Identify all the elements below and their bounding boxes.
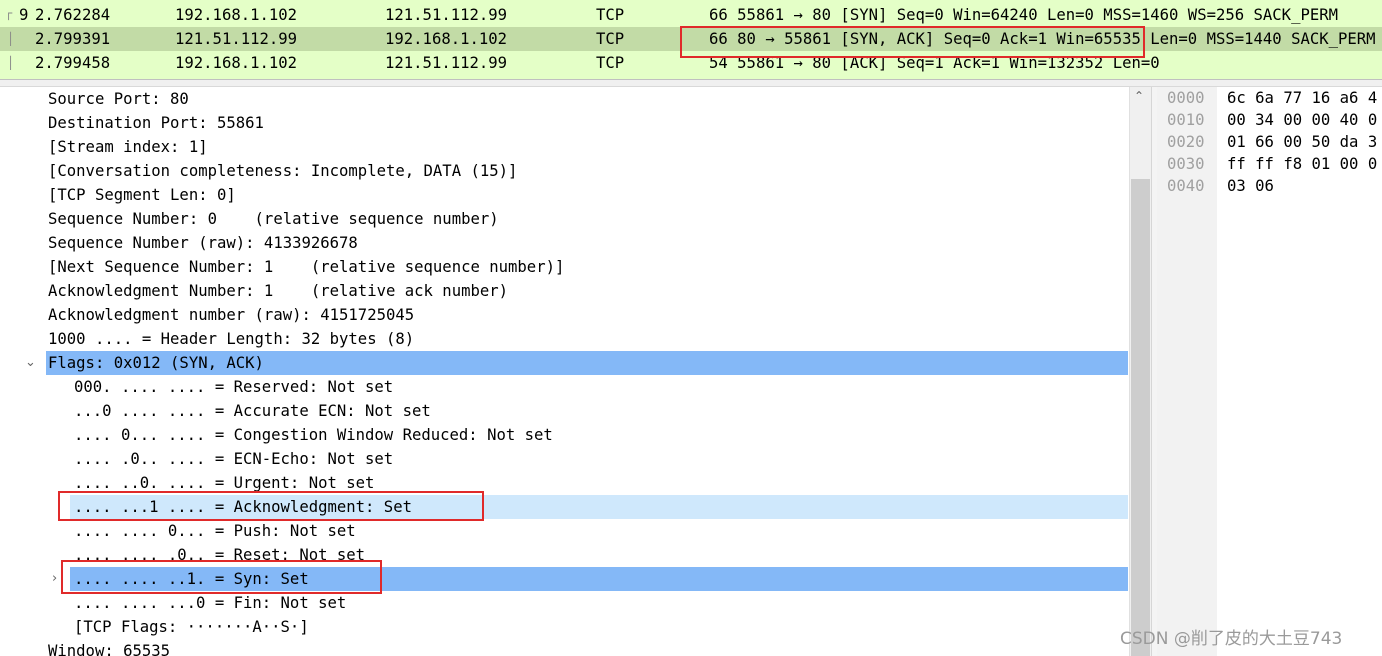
hex-bytes: 6c 6a 77 16 a6 4	[1227, 89, 1378, 107]
detail-text: [Next Sequence Number: 1 (relative seque…	[48, 258, 565, 276]
chevron-down-icon[interactable]: ⌄	[25, 351, 36, 375]
flag-row[interactable]: .... .0.. .... = ECN-Echo: Not set	[0, 447, 1128, 471]
detail-text: Sequence Number (raw): 4133926678	[48, 234, 358, 252]
hex-bytes: 00 34 00 00 40 0	[1227, 111, 1378, 129]
annotation-box-ack-flag	[58, 491, 484, 521]
watermark: CSDN @削了皮的大土豆743	[1120, 629, 1343, 649]
chevron-right-icon[interactable]: ›	[52, 567, 57, 591]
detail-row[interactable]: Source Port: 80	[0, 87, 1128, 111]
packet-protocol: TCP	[596, 30, 625, 48]
flags-header-text: Flags: 0x012 (SYN, ACK)	[48, 354, 264, 372]
hex-offset: 0040	[1167, 177, 1205, 195]
detail-text: Destination Port: 55861	[48, 114, 264, 132]
detail-row[interactable]: [Conversation completeness: Incomplete, …	[0, 159, 1128, 183]
flag-text: .... .0.. .... = ECN-Echo: Not set	[74, 450, 394, 468]
packet-source: 121.51.112.99	[175, 30, 298, 48]
conversation-line-icon: │	[7, 56, 15, 70]
hex-offset: 0020	[1167, 133, 1205, 151]
detail-row[interactable]: Sequence Number (raw): 4133926678	[0, 231, 1128, 255]
details-scrollbar[interactable]: ⌃	[1129, 87, 1151, 656]
packet-destination: 121.51.112.99	[385, 54, 508, 72]
detail-text: Acknowledgment Number: 1 (relative ack n…	[48, 282, 509, 300]
packet-time: 2.799458	[35, 54, 111, 72]
detail-row-flags-selected[interactable]: Flags: 0x012 (SYN, ACK)	[46, 351, 1128, 375]
packet-destination: 121.51.112.99	[385, 6, 508, 24]
packet-info: 66 55861 → 80 [SYN] Seq=0 Win=64240 Len=…	[709, 6, 1339, 24]
hex-offset: 0010	[1167, 111, 1205, 129]
flag-text: .... .... ...0 = Fin: Not set	[74, 594, 347, 612]
scroll-up-icon[interactable]: ⌃	[1134, 89, 1144, 103]
flag-text: [TCP Flags: ·······A··S·]	[74, 618, 309, 636]
detail-text: [TCP Segment Len: 0]	[48, 186, 236, 204]
flag-text: .... .... 0... = Push: Not set	[74, 522, 356, 540]
detail-text: 1000 .... = Header Length: 32 bytes (8)	[48, 330, 415, 348]
detail-row[interactable]: Acknowledgment number (raw): 4151725045	[0, 303, 1128, 327]
flag-row[interactable]: [TCP Flags: ·······A··S·]	[0, 615, 1128, 639]
annotation-box-synack-info	[680, 26, 1145, 58]
flag-row[interactable]: .... 0... .... = Congestion Window Reduc…	[0, 423, 1128, 447]
detail-text: Source Port: 80	[48, 90, 189, 108]
detail-text: [Stream index: 1]	[48, 138, 208, 156]
packet-destination: 192.168.1.102	[385, 30, 508, 48]
conversation-line-icon: │	[7, 32, 15, 46]
detail-row[interactable]: [Next Sequence Number: 1 (relative seque…	[0, 255, 1128, 279]
detail-row[interactable]: 1000 .... = Header Length: 32 bytes (8)	[0, 327, 1128, 351]
packet-time: 2.762284	[35, 6, 111, 24]
pane-splitter[interactable]	[0, 80, 1382, 87]
detail-text: Acknowledgment number (raw): 4151725045	[48, 306, 415, 324]
detail-row[interactable]: Destination Port: 55861	[0, 111, 1128, 135]
hex-offset: 0000	[1167, 89, 1205, 107]
packet-no: 9	[19, 6, 29, 24]
scrollbar-thumb[interactable]	[1131, 179, 1150, 656]
packet-bytes-pane: 0000 6c 6a 77 16 a6 4 0010 00 34 00 00 40 …	[1157, 87, 1382, 656]
packet-source: 192.168.1.102	[175, 6, 298, 24]
detail-text: Window: 65535	[48, 642, 171, 656]
flag-row[interactable]: 000. .... .... = Reserved: Not set	[0, 375, 1128, 399]
hex-bytes: 01 66 00 50 da 3	[1227, 133, 1378, 151]
flag-text: ...0 .... .... = Accurate ECN: Not set	[74, 402, 431, 420]
hex-offset: 0030	[1167, 155, 1205, 173]
packet-time: 2.799391	[35, 30, 111, 48]
detail-row[interactable]: Sequence Number: 0 (relative sequence nu…	[0, 207, 1128, 231]
hex-bytes: ff ff f8 01 00 0	[1227, 155, 1378, 173]
packet-row[interactable]: ┌ 9 2.762284 192.168.1.102 121.51.112.99…	[0, 3, 1382, 27]
conversation-bracket-icon: ┌	[5, 6, 13, 20]
flag-row[interactable]: ...0 .... .... = Accurate ECN: Not set	[0, 399, 1128, 423]
annotation-box-syn-flag	[61, 560, 382, 594]
flag-text: 000. .... .... = Reserved: Not set	[74, 378, 394, 396]
flag-text: .... 0... .... = Congestion Window Reduc…	[74, 426, 553, 444]
detail-row[interactable]: [Stream index: 1]	[0, 135, 1128, 159]
flag-row[interactable]: .... .... ...0 = Fin: Not set	[0, 591, 1128, 615]
packet-protocol: TCP	[596, 6, 625, 24]
packet-protocol: TCP	[596, 54, 625, 72]
detail-row[interactable]: Acknowledgment Number: 1 (relative ack n…	[0, 279, 1128, 303]
flag-row[interactable]: .... .... 0... = Push: Not set	[0, 519, 1128, 543]
packet-source: 192.168.1.102	[175, 54, 298, 72]
detail-row[interactable]: [TCP Segment Len: 0]	[0, 183, 1128, 207]
hex-bytes: 03 06	[1227, 177, 1274, 195]
detail-row[interactable]: Window: 65535	[0, 639, 1128, 656]
detail-text: Sequence Number: 0 (relative sequence nu…	[48, 210, 499, 228]
detail-text: [Conversation completeness: Incomplete, …	[48, 162, 518, 180]
